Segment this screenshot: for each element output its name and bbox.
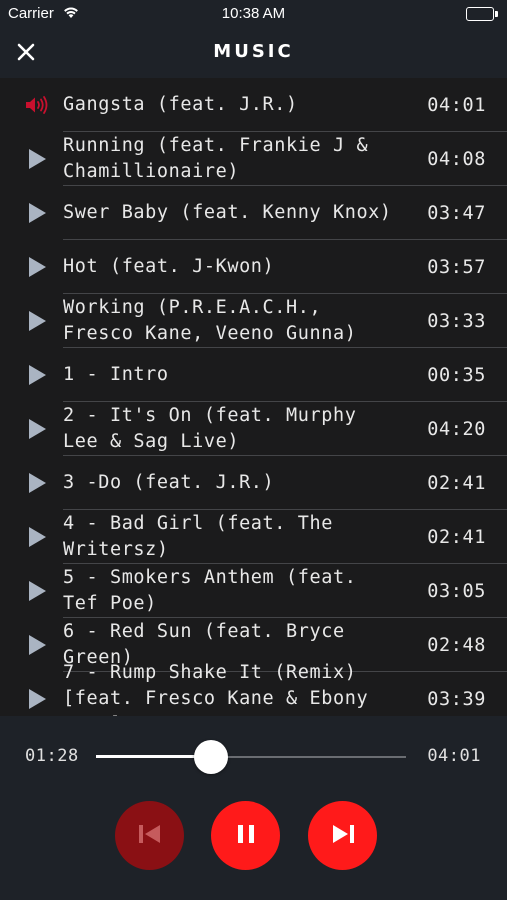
play-icon	[25, 525, 49, 549]
play-icon	[25, 687, 49, 711]
status-bar: Carrier 10:38 AM	[0, 0, 507, 28]
track-duration: 04:08	[427, 148, 486, 170]
player-controls: 01:28 04:01	[0, 716, 507, 900]
track-duration: 03:57	[427, 256, 486, 278]
track-row[interactable]: Working (P.R.E.A.C.H., Fresco Kane, Veen…	[0, 294, 507, 348]
play-icon	[25, 471, 49, 495]
track-duration: 03:39	[427, 688, 486, 710]
track-row[interactable]: 5 - Smokers Anthem (feat. Tef Poe) 03:05	[0, 564, 507, 618]
progress-slider[interactable]	[96, 740, 406, 774]
speaker-icon	[25, 93, 49, 117]
play-icon	[25, 363, 49, 387]
track-title: Swer Baby (feat. Kenny Knox)	[63, 202, 392, 223]
track-title: 3 -Do (feat. J.R.)	[63, 472, 275, 493]
track-title: Gangsta (feat. J.R.)	[63, 94, 298, 115]
pause-button[interactable]	[211, 801, 280, 870]
track-title: Working (P.R.E.A.C.H., Fresco Kane, Veen…	[63, 297, 357, 344]
track-title: 2 - It's On (feat. Murphy Lee & Sag Live…	[63, 405, 357, 452]
track-title: 7 - Rump Shake It (Remix) [feat. Fresco …	[63, 662, 369, 716]
track-duration: 04:01	[427, 94, 486, 116]
track-duration: 00:35	[427, 364, 486, 386]
track-row[interactable]: 7 - Rump Shake It (Remix) [feat. Fresco …	[0, 662, 507, 716]
nav-bar: MUSIC	[0, 28, 507, 78]
track-list[interactable]: Gangsta (feat. J.R.) 04:01 Running (feat. …	[0, 78, 507, 716]
total-time: 04:01	[427, 746, 481, 766]
track-row[interactable]: Running (feat. Frankie J & Chamillionair…	[0, 132, 507, 186]
track-row[interactable]: Swer Baby (feat. Kenny Knox) 03:47	[0, 186, 507, 240]
skip-next-icon	[330, 822, 356, 850]
play-icon	[25, 417, 49, 441]
track-duration: 04:20	[427, 418, 486, 440]
track-row[interactable]: Hot (feat. J-Kwon) 03:57	[0, 240, 507, 294]
track-row[interactable]: 4 - Bad Girl (feat. The Writersz) 02:41	[0, 510, 507, 564]
track-duration: 02:41	[427, 472, 486, 494]
track-duration: 03:05	[427, 580, 486, 602]
play-icon	[25, 579, 49, 603]
track-row[interactable]: 3 -Do (feat. J.R.) 02:41	[0, 456, 507, 510]
play-icon	[25, 309, 49, 333]
track-row[interactable]: 1 - Intro 00:35	[0, 348, 507, 402]
track-title: 5 - Smokers Anthem (feat. Tef Poe)	[63, 567, 357, 614]
next-button[interactable]	[308, 801, 377, 870]
play-icon	[25, 201, 49, 225]
track-duration: 03:47	[427, 202, 486, 224]
pause-icon	[235, 822, 257, 850]
previous-button[interactable]	[115, 801, 184, 870]
track-row[interactable]: Gangsta (feat. J.R.) 04:01	[0, 78, 507, 132]
skip-previous-icon	[137, 822, 163, 850]
play-icon	[25, 633, 49, 657]
track-title: 1 - Intro	[63, 364, 169, 385]
track-duration: 02:41	[427, 526, 486, 548]
play-icon	[25, 147, 49, 171]
track-title: 4 - Bad Girl (feat. The Writersz)	[63, 513, 333, 560]
slider-thumb[interactable]	[193, 740, 228, 774]
track-duration: 03:33	[427, 310, 486, 332]
elapsed-time: 01:28	[25, 746, 79, 766]
clock: 10:38 AM	[221, 5, 286, 22]
battery-icon	[466, 7, 500, 21]
track-row[interactable]: 2 - It's On (feat. Murphy Lee & Sag Live…	[0, 402, 507, 456]
page-title: MUSIC	[213, 41, 294, 62]
track-duration: 02:48	[427, 634, 486, 656]
track-title: Hot (feat. J-Kwon)	[63, 256, 275, 277]
track-title: Running (feat. Frankie J & Chamillionair…	[63, 135, 369, 182]
play-icon	[25, 255, 49, 279]
